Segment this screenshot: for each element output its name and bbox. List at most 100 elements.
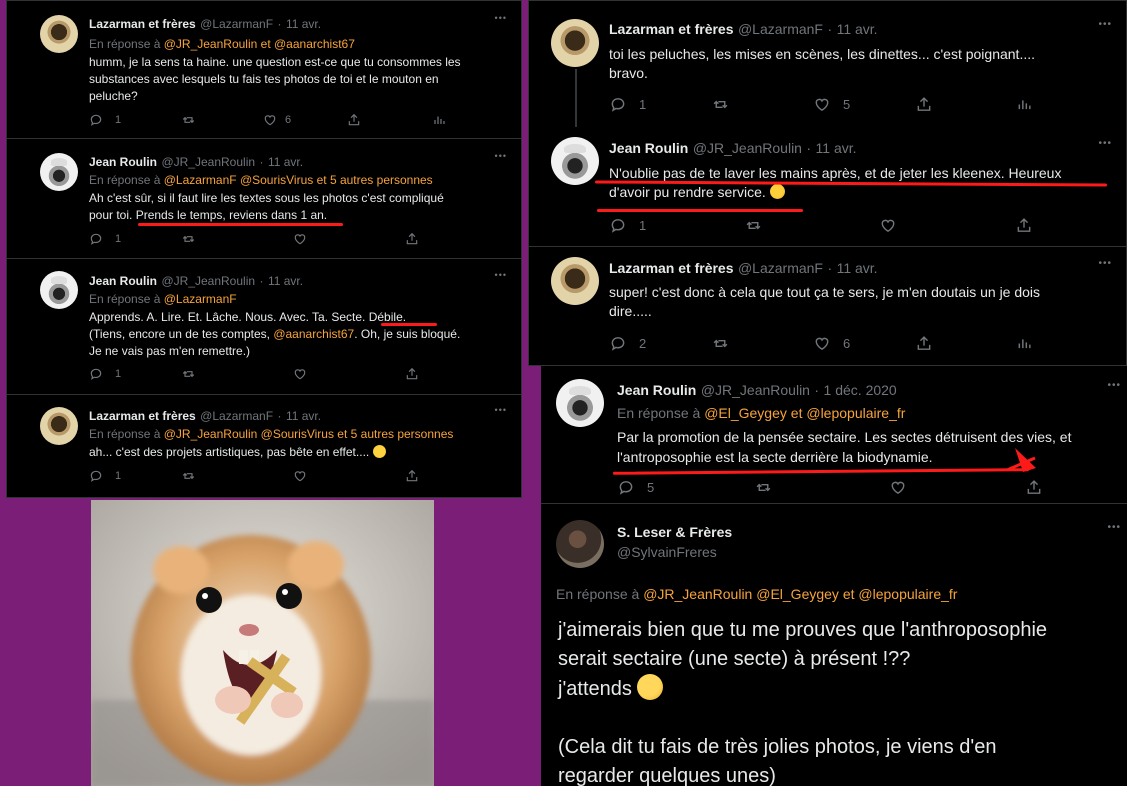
analytics-button[interactable] bbox=[433, 113, 445, 127]
retweet-button[interactable] bbox=[711, 335, 813, 352]
author-handle[interactable]: @JR_JeanRoulin bbox=[161, 155, 255, 169]
reply-button[interactable]: 1 bbox=[89, 232, 181, 246]
like-button[interactable] bbox=[889, 479, 1025, 496]
mention-link[interactable]: @LazarmanF @SourisVirus bbox=[164, 173, 314, 187]
tweet[interactable]: Lazarman et frères @LazarmanF · 11 avr. … bbox=[529, 247, 1126, 365]
reply-button[interactable]: 1 bbox=[609, 217, 744, 234]
retweet-button[interactable] bbox=[754, 479, 889, 496]
author-handle[interactable]: @JR_JeanRoulin bbox=[161, 274, 255, 288]
share-button[interactable] bbox=[405, 367, 419, 381]
avatar[interactable] bbox=[40, 15, 78, 53]
avatar[interactable] bbox=[40, 407, 78, 445]
mention-link[interactable]: @JR_JeanRoulin @El_Geygey bbox=[643, 586, 839, 602]
author-handle[interactable]: @LazarmanF bbox=[738, 21, 823, 37]
tweet-date[interactable]: 11 avr. bbox=[837, 21, 878, 37]
more-options-icon[interactable]: ••• bbox=[1098, 258, 1112, 269]
share-button[interactable] bbox=[1025, 479, 1043, 496]
mention-link[interactable]: @JR_JeanRoulin bbox=[164, 37, 258, 51]
more-options-icon[interactable]: ••• bbox=[495, 270, 507, 280]
tweet[interactable]: Lazarman et frères @LazarmanF · 11 avr. … bbox=[529, 1, 1126, 127]
reply-button[interactable]: 1 bbox=[89, 113, 181, 127]
tweet[interactable]: Jean Roulin @JR_JeanRoulin · 1 déc. 2020… bbox=[541, 366, 1127, 504]
author-name[interactable]: Jean Roulin bbox=[89, 155, 157, 169]
author-name[interactable]: Lazarman et frères bbox=[89, 17, 196, 31]
like-button[interactable] bbox=[293, 469, 405, 483]
reply-button[interactable]: 2 bbox=[609, 335, 711, 352]
avatar[interactable] bbox=[40, 271, 78, 309]
avatar[interactable] bbox=[556, 520, 604, 568]
more-options-icon[interactable]: ••• bbox=[495, 151, 507, 161]
tweet[interactable]: Jean Roulin @JR_JeanRoulin · 11 avr. •••… bbox=[7, 139, 521, 259]
author-name[interactable]: Jean Roulin bbox=[609, 140, 688, 156]
avatar[interactable] bbox=[556, 379, 604, 427]
more-options-icon[interactable]: ••• bbox=[1107, 380, 1121, 391]
share-button[interactable] bbox=[915, 335, 1017, 352]
author-handle[interactable]: @LazarmanF bbox=[200, 409, 273, 423]
tweet[interactable]: Jean Roulin @JR_JeanRoulin · 11 avr. •••… bbox=[529, 127, 1126, 247]
more-options-icon[interactable]: ••• bbox=[495, 405, 507, 415]
more-options-icon[interactable]: ••• bbox=[1098, 19, 1112, 30]
analytics-button[interactable] bbox=[1017, 96, 1031, 113]
mention-link[interactable]: @aanarchist67 bbox=[274, 37, 355, 51]
more-options-icon[interactable]: ••• bbox=[1107, 522, 1121, 533]
tweet[interactable]: Lazarman et frères @LazarmanF · 11 avr. … bbox=[7, 1, 521, 139]
retweet-button[interactable] bbox=[181, 232, 293, 246]
tweet[interactable]: Lazarman et frères @LazarmanF · 11 avr. … bbox=[7, 395, 521, 497]
tweet-date[interactable]: 11 avr. bbox=[837, 260, 878, 276]
like-button[interactable] bbox=[293, 232, 405, 246]
tweet-date[interactable]: 11 avr. bbox=[268, 274, 303, 288]
mention-link[interactable]: et 5 autres personnes bbox=[337, 427, 453, 441]
author-handle[interactable]: @JR_JeanRoulin bbox=[701, 382, 810, 398]
author-name[interactable]: Jean Roulin bbox=[617, 382, 696, 398]
focused-tweet[interactable]: S. Leser & Frères @SylvainFreres ••• En … bbox=[541, 504, 1127, 786]
reply-button[interactable]: 5 bbox=[617, 479, 754, 496]
like-button[interactable]: 6 bbox=[813, 335, 915, 352]
author-name[interactable]: Lazarman et frères bbox=[89, 409, 196, 423]
like-button[interactable]: 5 bbox=[813, 96, 915, 113]
reply-button[interactable]: 1 bbox=[609, 96, 711, 113]
share-button[interactable] bbox=[347, 113, 433, 127]
author-handle[interactable]: @SylvainFreres bbox=[617, 544, 717, 562]
share-button[interactable] bbox=[405, 469, 419, 483]
reply-button[interactable]: 1 bbox=[89, 469, 181, 483]
avatar[interactable] bbox=[551, 19, 599, 67]
more-options-icon[interactable]: ••• bbox=[1098, 138, 1112, 149]
mention-link[interactable]: @LazarmanF bbox=[164, 292, 237, 306]
tweet-date[interactable]: 11 avr. bbox=[286, 17, 321, 31]
analytics-button[interactable] bbox=[1017, 335, 1031, 352]
author-name[interactable]: Lazarman et frères bbox=[609, 260, 734, 276]
tweet-date[interactable]: 11 avr. bbox=[816, 140, 857, 156]
retweet-button[interactable] bbox=[181, 469, 293, 483]
tweet[interactable]: Jean Roulin @JR_JeanRoulin · 11 avr. •••… bbox=[7, 259, 521, 395]
tweet-date[interactable]: 1 déc. 2020 bbox=[824, 382, 897, 398]
author-name[interactable]: S. Leser & Frères bbox=[617, 524, 732, 542]
like-button[interactable] bbox=[293, 367, 405, 381]
mention-link[interactable]: @El_Geygey bbox=[704, 405, 787, 421]
like-button[interactable]: 6 bbox=[263, 113, 347, 127]
share-button[interactable] bbox=[915, 96, 1017, 113]
author-name[interactable]: Jean Roulin bbox=[89, 274, 157, 288]
reply-button[interactable]: 1 bbox=[89, 367, 181, 381]
mention-link[interactable]: @lepopulaire_fr bbox=[806, 405, 905, 421]
like-button[interactable] bbox=[879, 217, 1015, 234]
mention-link[interactable]: @JR_JeanRoulin @SourisVirus bbox=[164, 427, 334, 441]
tweet-date[interactable]: 11 avr. bbox=[268, 155, 303, 169]
more-options-icon[interactable]: ••• bbox=[495, 13, 507, 23]
tweet-date[interactable]: 11 avr. bbox=[286, 409, 321, 423]
retweet-button[interactable] bbox=[181, 113, 263, 127]
avatar[interactable] bbox=[551, 137, 599, 185]
avatar[interactable] bbox=[40, 153, 78, 191]
avatar[interactable] bbox=[551, 257, 599, 305]
author-name[interactable]: Lazarman et frères bbox=[609, 21, 734, 37]
retweet-button[interactable] bbox=[744, 217, 879, 234]
mention-link[interactable]: @lepopulaire_fr bbox=[858, 586, 957, 602]
mention-link[interactable]: @aanarchist67 bbox=[273, 327, 354, 341]
retweet-button[interactable] bbox=[711, 96, 813, 113]
retweet-button[interactable] bbox=[181, 367, 293, 381]
author-handle[interactable]: @JR_JeanRoulin bbox=[693, 140, 802, 156]
mention-link[interactable]: et 5 autres personnes bbox=[317, 173, 433, 187]
share-button[interactable] bbox=[405, 232, 419, 246]
author-handle[interactable]: @LazarmanF bbox=[738, 260, 823, 276]
author-handle[interactable]: @LazarmanF bbox=[200, 17, 273, 31]
share-button[interactable] bbox=[1015, 217, 1033, 234]
